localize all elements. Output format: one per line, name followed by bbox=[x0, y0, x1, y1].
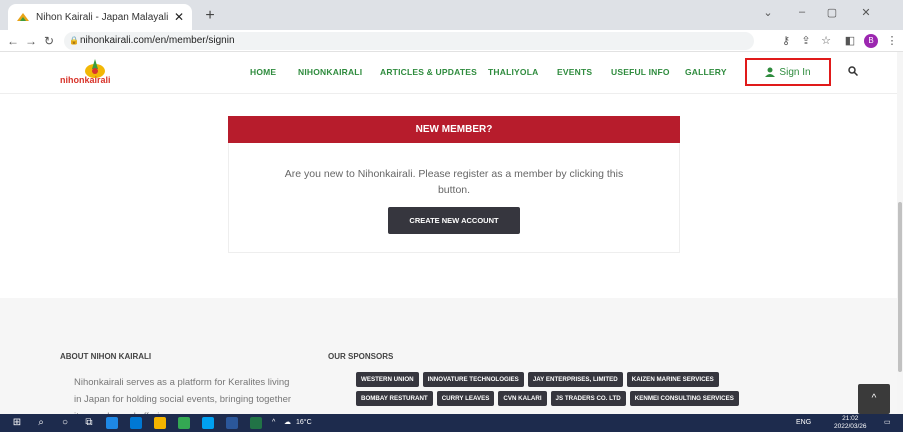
new-tab-button[interactable]: + bbox=[200, 6, 220, 26]
site-header: nihonkairali HOME NIHONKAIRALI ARTICLES … bbox=[0, 52, 903, 94]
sign-in-button[interactable]: Sign In bbox=[745, 58, 831, 86]
forward-icon[interactable]: → bbox=[22, 32, 40, 50]
taskbar-clock[interactable]: 21:02 2022/03/26 bbox=[834, 415, 867, 431]
nav-articles-updates[interactable]: ARTICLES & UPDATES bbox=[380, 67, 477, 77]
sponsor-tag[interactable]: WESTERN UNION bbox=[356, 372, 419, 387]
restore-icon[interactable]: ▢ bbox=[822, 6, 842, 19]
minimize-icon[interactable]: – bbox=[792, 6, 812, 18]
chevron-up-icon: ^ bbox=[871, 393, 877, 404]
weather-icon[interactable]: ☁ bbox=[284, 417, 291, 429]
reload-icon[interactable]: ↻ bbox=[40, 32, 58, 50]
user-icon bbox=[765, 67, 776, 77]
file-explorer-icon[interactable] bbox=[154, 417, 166, 429]
create-new-account-button[interactable]: CREATE NEW ACCOUNT bbox=[388, 207, 520, 234]
tab-search-chevron-icon[interactable]: ⌄ bbox=[758, 6, 778, 19]
nav-events[interactable]: EVENTS bbox=[557, 67, 592, 77]
task-view-icon[interactable]: ⧉ bbox=[82, 416, 96, 430]
page-scrollbar[interactable] bbox=[897, 52, 903, 414]
url-text: nihonkairali.com/en/member/signin bbox=[80, 35, 235, 46]
sponsor-tag[interactable]: JS TRADERS CO. LTD bbox=[550, 391, 626, 406]
search-icon[interactable] bbox=[848, 66, 858, 76]
sponsor-tag[interactable]: BOMBAY RESTURANT bbox=[356, 391, 433, 406]
new-member-panel bbox=[228, 143, 680, 253]
about-heading: ABOUT NIHON KAIRALI bbox=[60, 352, 152, 361]
screen: Nihon Kairali - Japan Malayali (Ke ✕ + ⌄… bbox=[0, 0, 903, 432]
sponsor-tag[interactable]: CVN KALARI bbox=[498, 391, 547, 406]
sponsor-tags: WESTERN UNION INNOVATURE TECHNOLOGIES JA… bbox=[356, 372, 786, 406]
nav-thaliyola[interactable]: THALIYOLA bbox=[488, 67, 538, 77]
browser-tab-strip: Nihon Kairali - Japan Malayali (Ke ✕ + ⌄… bbox=[0, 0, 903, 30]
key-icon[interactable]: ⚷ bbox=[778, 33, 794, 49]
cortana-icon[interactable]: ○ bbox=[58, 416, 72, 430]
menu-dots-icon[interactable]: ⋮ bbox=[884, 33, 900, 49]
site-favicon-icon bbox=[17, 13, 29, 21]
bookmark-star-icon[interactable]: ☆ bbox=[818, 33, 834, 49]
site-logo[interactable]: nihonkairali bbox=[60, 57, 130, 89]
browser-tab[interactable]: Nihon Kairali - Japan Malayali (Ke ✕ bbox=[8, 4, 192, 30]
tab-close-icon[interactable]: ✕ bbox=[174, 10, 184, 24]
close-window-icon[interactable]: ✕ bbox=[856, 6, 876, 19]
sponsors-heading: OUR SPONSORS bbox=[328, 352, 394, 361]
url-bar[interactable]: 🔒 nihonkairali.com/en/member/signin bbox=[64, 32, 754, 50]
edge-icon[interactable] bbox=[106, 417, 118, 429]
sponsor-tag[interactable]: KENMEI CONSULTING SERVICES bbox=[629, 391, 739, 406]
word-icon[interactable] bbox=[226, 417, 238, 429]
profile-avatar[interactable]: B bbox=[864, 34, 878, 48]
windows-start-icon[interactable]: ⊞ bbox=[10, 416, 24, 430]
share-icon[interactable]: ⇪ bbox=[798, 33, 814, 49]
scrollbar-thumb[interactable] bbox=[898, 202, 902, 372]
app-icon[interactable] bbox=[202, 417, 214, 429]
clock-time: 21:02 bbox=[842, 415, 859, 422]
notifications-icon[interactable]: ▭ bbox=[884, 417, 891, 429]
sponsor-tag[interactable]: CURRY LEAVES bbox=[436, 391, 495, 406]
language-indicator[interactable]: ENG bbox=[796, 417, 811, 429]
windows-taskbar: ⊞ ⌕ ○ ⧉ ^ ☁ 16°C ENG 21:02 2022/03/26 ▭ bbox=[0, 414, 903, 432]
back-icon[interactable]: ← bbox=[4, 32, 22, 50]
logo-text: nihonkairali bbox=[60, 75, 111, 85]
sponsor-tag[interactable]: JAY ENTERPRISES, LIMITED bbox=[527, 372, 623, 387]
nav-nihonkairali[interactable]: NIHONKAIRALI bbox=[298, 67, 362, 77]
back-to-top-button[interactable]: ^ bbox=[858, 384, 890, 414]
lock-icon: 🔒 bbox=[69, 36, 79, 45]
taskbar-search-icon[interactable]: ⌕ bbox=[34, 416, 48, 430]
address-toolbar: ← → ↻ 🔒 nihonkairali.com/en/member/signi… bbox=[0, 30, 903, 52]
clock-date: 2022/03/26 bbox=[834, 423, 867, 430]
nav-gallery[interactable]: GALLERY bbox=[685, 67, 727, 77]
excel-icon[interactable] bbox=[250, 417, 262, 429]
new-member-text: Are you new to Nihonkairali. Please regi… bbox=[284, 168, 624, 196]
nav-useful-info[interactable]: USEFUL INFO bbox=[611, 67, 670, 77]
new-member-heading: NEW MEMBER? bbox=[228, 116, 680, 143]
tray-chevron-icon[interactable]: ^ bbox=[272, 417, 275, 429]
sponsor-tag[interactable]: KAIZEN MARINE SERVICES bbox=[626, 372, 719, 387]
weather-temp[interactable]: 16°C bbox=[296, 417, 312, 429]
sponsor-tag[interactable]: INNOVATURE TECHNOLOGIES bbox=[422, 372, 524, 387]
sign-in-label: Sign In bbox=[779, 66, 811, 78]
chrome-icon[interactable] bbox=[178, 417, 190, 429]
outlook-icon[interactable] bbox=[130, 417, 142, 429]
tab-title: Nihon Kairali - Japan Malayali (Ke bbox=[36, 11, 170, 23]
side-panel-icon[interactable]: ◧ bbox=[842, 33, 858, 49]
nav-home[interactable]: HOME bbox=[250, 67, 276, 77]
